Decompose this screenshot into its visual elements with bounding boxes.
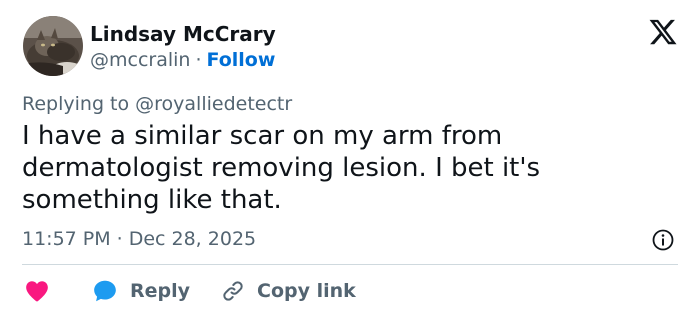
author-handle-line: @mccralin · Follow: [90, 47, 275, 73]
tweet-timestamp[interactable]: 11:57 PM · Dec 28, 2025: [22, 226, 256, 252]
info-icon[interactable]: [651, 228, 675, 252]
follow-button[interactable]: Follow: [207, 49, 276, 71]
x-logo-icon[interactable]: [648, 17, 678, 47]
like-button[interactable]: [24, 278, 50, 304]
tweet-text: I have a similar scar on my arm from der…: [22, 121, 541, 215]
timestamp-separator: ·: [116, 228, 123, 250]
reply-label: Reply: [130, 280, 191, 302]
replying-to[interactable]: Replying to @royalliedetectr: [22, 91, 292, 117]
speech-bubble-icon: [94, 280, 116, 302]
avatar[interactable]: [23, 16, 83, 76]
copy-link-button[interactable]: Copy link: [221, 278, 356, 304]
divider: [22, 264, 678, 265]
author-handle[interactable]: @mccralin: [90, 49, 190, 71]
heart-icon: [26, 281, 48, 302]
copy-link-label: Copy link: [257, 280, 356, 302]
tweet-time: 11:57 PM: [22, 228, 111, 250]
reply-button[interactable]: Reply: [92, 278, 190, 304]
tweet-actions: Reply Copy link: [24, 277, 356, 305]
author-name[interactable]: Lindsay McCrary: [90, 21, 276, 47]
handle-separator: ·: [195, 49, 202, 71]
cat-photo-avatar: [23, 16, 83, 76]
tweet-date: Dec 28, 2025: [128, 228, 257, 250]
link-icon: [223, 281, 243, 301]
